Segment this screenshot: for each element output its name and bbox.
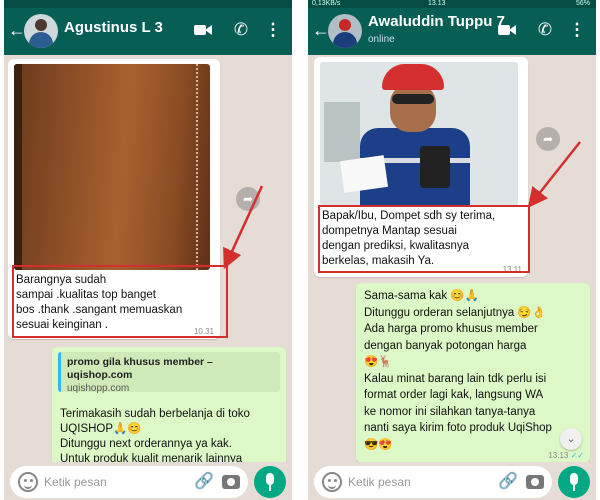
- link-title: promo gila khusus member –: [67, 356, 213, 368]
- message-time: 13.13 ✓✓: [548, 451, 584, 460]
- phone-call-icon[interactable]: ✆: [534, 19, 556, 41]
- message-text: Sama-sama kak 😊🙏 Ditunggu orderan selanj…: [364, 290, 552, 451]
- chat-header: ← Agustinus L 3 ✆ ⋮: [4, 8, 292, 55]
- message-input-bar[interactable]: Ketik pesan 🔗: [10, 466, 248, 498]
- attach-icon[interactable]: 🔗: [498, 472, 518, 492]
- customer-photo[interactable]: [320, 62, 518, 206]
- link-url: uqishopp.com: [67, 383, 130, 394]
- video-call-icon[interactable]: [192, 19, 214, 41]
- mic-button[interactable]: [558, 466, 590, 498]
- read-receipt-icon: ✓✓: [570, 451, 584, 460]
- highlight-box: [12, 265, 228, 338]
- more-options-icon[interactable]: ⋮: [566, 19, 588, 41]
- emoji-icon[interactable]: [18, 472, 38, 492]
- avatar[interactable]: [24, 14, 58, 48]
- wallet-photo[interactable]: [14, 64, 210, 270]
- message-text: Terimakasih sudah berbelanja di toko UQI…: [60, 408, 250, 462]
- status-time: 13.13: [428, 0, 446, 7]
- message-input-bar[interactable]: Ketik pesan 🔗: [314, 466, 552, 498]
- message-input[interactable]: Ketik pesan: [44, 475, 107, 489]
- avatar[interactable]: [328, 14, 362, 48]
- sent-message[interactable]: promo gila khusus member – uqishop.com u…: [52, 347, 286, 462]
- battery-level: 56%: [575, 0, 590, 7]
- contact-name[interactable]: Agustinus L 3: [64, 19, 163, 36]
- scroll-down-icon[interactable]: ⌄: [560, 428, 582, 450]
- emoji-icon[interactable]: [322, 472, 342, 492]
- left-phone-screen: ← Agustinus L 3 ✆ ⋮ Barangnya sudah samp…: [4, 0, 292, 500]
- attach-icon[interactable]: 🔗: [194, 472, 214, 492]
- forward-icon[interactable]: ➦: [536, 127, 560, 151]
- contact-status: online: [368, 34, 395, 45]
- link-preview[interactable]: promo gila khusus member – uqishop.com u…: [58, 352, 280, 394]
- status-bar: 0,13KB/s 13.13 56%: [308, 0, 596, 8]
- forward-icon[interactable]: ➦: [236, 187, 260, 211]
- network-speed: 0,13KB/s: [312, 0, 341, 7]
- mic-button[interactable]: [254, 466, 286, 498]
- status-bar: [4, 0, 292, 8]
- highlight-box: [318, 205, 530, 273]
- link-title: uqishop.com: [67, 369, 133, 381]
- video-call-icon[interactable]: [496, 19, 518, 41]
- chat-area: Barangnya sudah sampai .kualitas top ban…: [4, 55, 292, 462]
- camera-icon[interactable]: [222, 475, 240, 489]
- chat-header: ← Awaluddin Tuppu 7 online ✆ ⋮: [308, 8, 596, 55]
- sent-message[interactable]: Sama-sama kak 😊🙏 Ditunggu orderan selanj…: [356, 283, 590, 462]
- message-input[interactable]: Ketik pesan: [348, 475, 411, 489]
- phone-call-icon[interactable]: ✆: [230, 19, 252, 41]
- more-options-icon[interactable]: ⋮: [262, 19, 284, 41]
- contact-name[interactable]: Awaluddin Tuppu 7: [368, 13, 505, 30]
- camera-icon[interactable]: [526, 475, 544, 489]
